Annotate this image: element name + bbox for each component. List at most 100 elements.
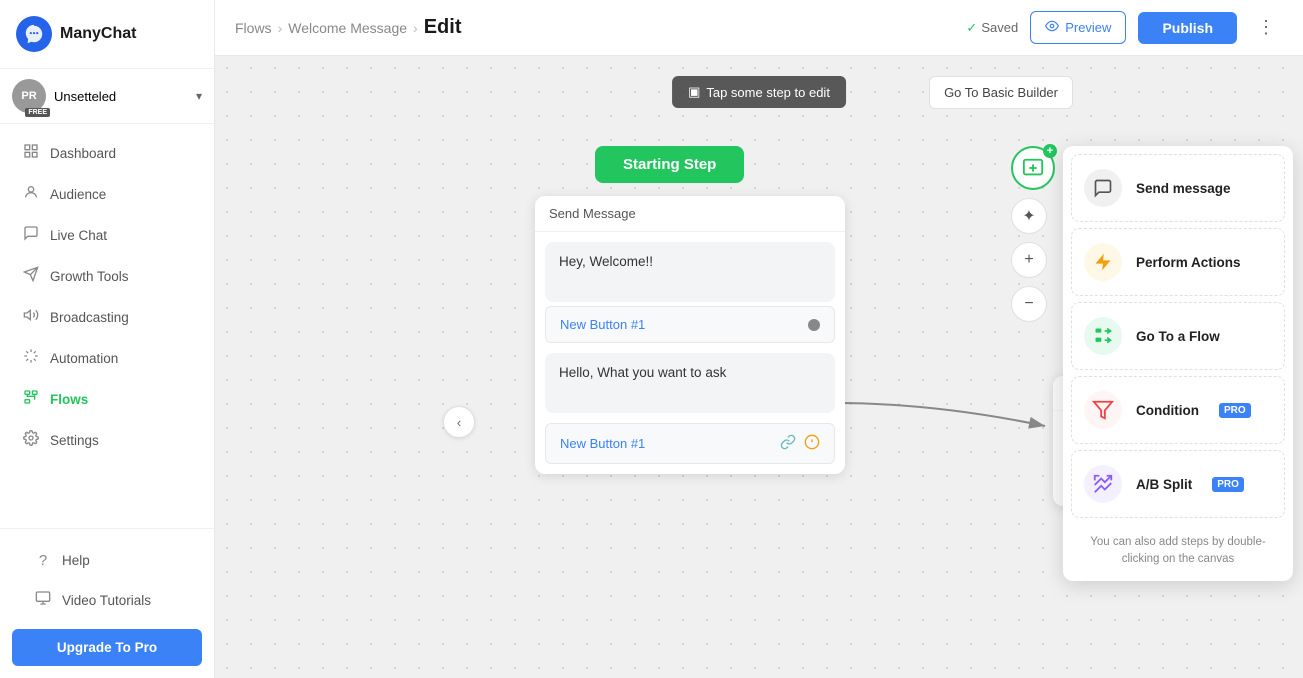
automation-icon	[22, 348, 40, 368]
sidebar-item-audience[interactable]: Audience	[6, 174, 208, 214]
zoom-in-button[interactable]: +	[1011, 242, 1047, 278]
eye-icon	[1045, 19, 1059, 36]
sidebar-item-label: Broadcasting	[50, 310, 129, 325]
perform-actions-icon	[1084, 243, 1122, 281]
sidebar-item-broadcasting[interactable]: Broadcasting	[6, 297, 208, 337]
sidebar-item-flows[interactable]: Flows	[6, 379, 208, 419]
step-menu-go-to-flow[interactable]: Go To a Flow	[1071, 302, 1285, 370]
step-menu-condition[interactable]: Condition PRO	[1071, 376, 1285, 444]
button-row-2[interactable]: New Button #1	[545, 423, 835, 464]
tap-hint-icon: ▣	[688, 84, 700, 100]
zoom-out-button[interactable]: −	[1011, 286, 1047, 322]
sidebar-bottom: ? Help Video Tutorials Upgrade To Pro	[0, 528, 214, 678]
plan-badge: FREE	[25, 108, 50, 117]
sidebar-item-label: Video Tutorials	[62, 593, 151, 608]
starting-step: Starting Step	[595, 146, 744, 183]
step-menu-perform-actions[interactable]: Perform Actions	[1071, 228, 1285, 296]
publish-button[interactable]: Publish	[1138, 12, 1237, 44]
sidebar-item-label: Flows	[50, 392, 88, 407]
button-label-2: New Button #1	[560, 436, 645, 451]
ab-split-pro-badge: PRO	[1212, 477, 1244, 492]
sidebar-item-growth-tools[interactable]: Growth Tools	[6, 256, 208, 296]
breadcrumb-flows[interactable]: Flows	[235, 20, 272, 36]
help-icon: ?	[34, 552, 52, 569]
main-nav: Dashboard Audience Live Chat Growth Tool…	[0, 124, 214, 528]
sidebar-item-automation[interactable]: Automation	[6, 338, 208, 378]
sidebar-item-help[interactable]: ? Help	[18, 542, 196, 579]
tap-hint: ▣ Tap some step to edit	[672, 76, 846, 108]
sidebar: ManyChat PR FREE Unsetteled ▾ Dashboard …	[0, 0, 215, 678]
button-row-1[interactable]: New Button #1	[545, 306, 835, 343]
header: Flows › Welcome Message › Edit ✓ Saved P…	[215, 0, 1303, 56]
step-menu-panel: Send message Perform Actions Go To a Flo…	[1063, 146, 1293, 581]
message-bubble-2: Hello, What you want to ask	[545, 353, 835, 413]
connector-dot-1	[808, 319, 820, 331]
canvas: ▣ Tap some step to edit Go To Basic Buil…	[215, 56, 1303, 678]
more-options-button[interactable]: ⋮	[1249, 13, 1283, 42]
sidebar-item-video-tutorials[interactable]: Video Tutorials	[18, 580, 196, 620]
warning-icon	[804, 434, 820, 453]
step-label-perform-actions: Perform Actions	[1136, 255, 1241, 270]
dashboard-icon	[22, 143, 40, 163]
chevron-down-icon: ▾	[196, 89, 202, 103]
growth-icon	[22, 266, 40, 286]
go-to-flow-icon	[1084, 317, 1122, 355]
logo-area[interactable]: ManyChat	[0, 0, 214, 69]
expand-sidebar-button[interactable]: ‹	[443, 406, 475, 438]
step-label-send-message: Send message	[1136, 181, 1231, 196]
user-name: Unsetteled	[54, 89, 188, 104]
sidebar-item-settings[interactable]: Settings	[6, 420, 208, 460]
chat-icon	[22, 225, 40, 245]
flows-icon	[22, 389, 40, 409]
sidebar-item-label: Help	[62, 553, 90, 568]
right-toolbar: + ✦ + −	[1011, 146, 1055, 322]
logo-icon	[16, 16, 52, 52]
step-label-go-to-flow: Go To a Flow	[1136, 329, 1220, 344]
preview-button[interactable]: Preview	[1030, 11, 1126, 44]
main-content: Flows › Welcome Message › Edit ✓ Saved P…	[215, 0, 1303, 678]
saved-label: Saved	[981, 20, 1018, 35]
magic-button[interactable]: ✦	[1011, 198, 1047, 234]
condition-pro-badge: PRO	[1219, 403, 1251, 418]
node-header: Send Message	[535, 196, 845, 232]
button-label-1: New Button #1	[560, 317, 645, 332]
video-icon	[34, 590, 52, 610]
check-icon: ✓	[966, 20, 977, 36]
send-message-icon	[1084, 169, 1122, 207]
step-menu-hint: You can also add steps by double-clickin…	[1071, 524, 1285, 573]
sidebar-item-live-chat[interactable]: Live Chat	[6, 215, 208, 255]
sidebar-item-label: Audience	[50, 187, 106, 202]
breadcrumb-message[interactable]: Welcome Message	[288, 20, 407, 36]
settings-icon	[22, 430, 40, 450]
sidebar-item-label: Settings	[50, 433, 99, 448]
audience-icon	[22, 184, 40, 204]
condition-icon	[1084, 391, 1122, 429]
sidebar-item-label: Dashboard	[50, 146, 116, 161]
chevron-left-icon: ‹	[457, 415, 461, 430]
sidebar-item-dashboard[interactable]: Dashboard	[6, 133, 208, 173]
breadcrumb-sep1: ›	[278, 20, 283, 36]
add-step-button[interactable]: +	[1011, 146, 1055, 190]
sidebar-item-label: Live Chat	[50, 228, 107, 243]
link-icon[interactable]	[780, 434, 796, 453]
ab-split-icon	[1084, 465, 1122, 503]
logo-text: ManyChat	[60, 25, 136, 43]
basic-builder-button[interactable]: Go To Basic Builder	[929, 76, 1073, 109]
saved-status: ✓ Saved	[966, 20, 1018, 36]
upgrade-button[interactable]: Upgrade To Pro	[12, 629, 202, 666]
avatar: PR FREE	[12, 79, 46, 113]
user-menu[interactable]: PR FREE Unsetteled ▾	[0, 69, 214, 124]
step-menu-ab-split[interactable]: A/B Split PRO	[1071, 450, 1285, 518]
breadcrumb: Flows › Welcome Message › Edit	[235, 16, 461, 39]
breadcrumb-sep2: ›	[413, 20, 418, 36]
step-menu-send-message[interactable]: Send message	[1071, 154, 1285, 222]
sidebar-item-label: Growth Tools	[50, 269, 129, 284]
message-bubble-1: Hey, Welcome!!	[545, 242, 835, 302]
broadcast-icon	[22, 307, 40, 327]
step-label-ab-split: A/B Split	[1136, 477, 1192, 492]
header-actions: ✓ Saved Preview Publish ⋮	[966, 11, 1283, 44]
sidebar-item-label: Automation	[50, 351, 118, 366]
step-label-condition: Condition	[1136, 403, 1199, 418]
main-flow-node[interactable]: Send Message Hey, Welcome!! New Button #…	[535, 196, 845, 474]
page-title: Edit	[424, 16, 462, 39]
